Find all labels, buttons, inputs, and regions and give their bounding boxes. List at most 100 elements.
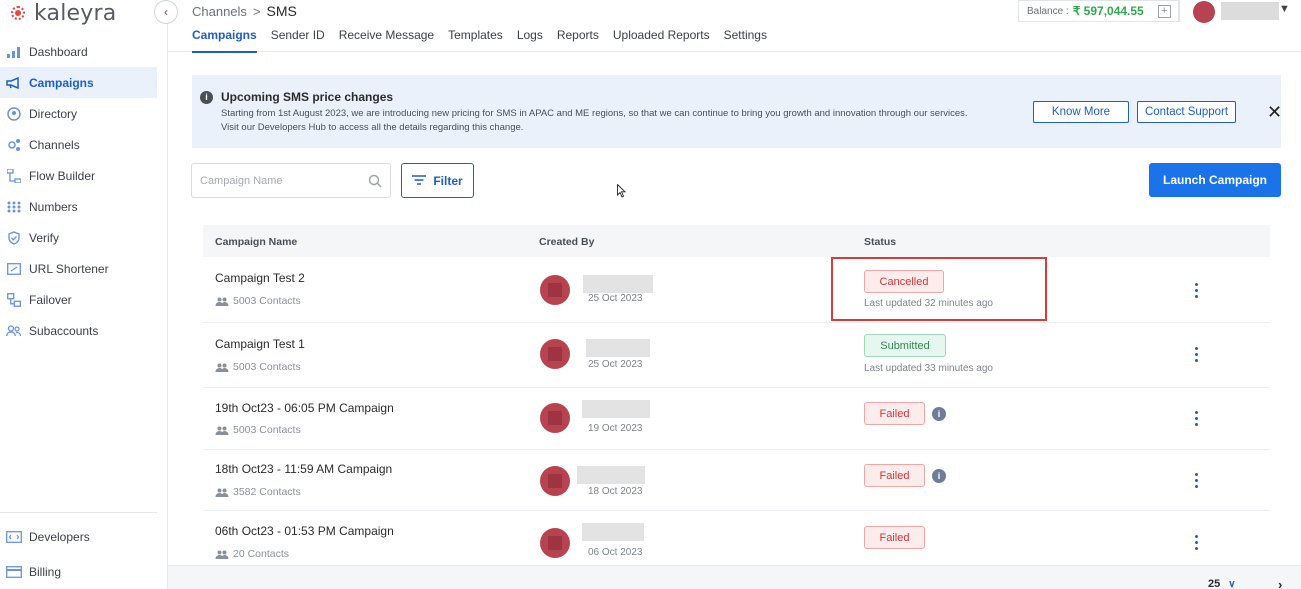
sidebar-item-failover[interactable]: Failover [0, 284, 157, 315]
campaign-name[interactable]: 18th Oct23 - 11:59 AM Campaign [215, 462, 392, 476]
creator-name-redacted [586, 339, 650, 357]
contact-support-button[interactable]: Contact Support [1137, 101, 1236, 123]
campaign-name[interactable]: 19th Oct23 - 06:05 PM Campaign [215, 401, 394, 415]
code-icon [6, 530, 22, 544]
sidebar-bottom-nav: Developers Billing [0, 512, 157, 589]
collapse-sidebar-button[interactable]: ‹ [154, 0, 178, 24]
breadcrumb-parent[interactable]: Channels [192, 4, 247, 19]
tab-receive-message[interactable]: Receive Message [339, 28, 434, 53]
column-header-status[interactable]: Status [864, 236, 896, 248]
sidebar-item-label: Dashboard [29, 44, 88, 59]
sidebar-item-label: Numbers [29, 199, 78, 214]
campaign-name[interactable]: Campaign Test 2 [215, 271, 305, 285]
header: Channels > SMS Campaigns Sender ID Recei… [168, 0, 1301, 53]
sidebar-item-verify[interactable]: Verify [0, 222, 157, 253]
table-row[interactable]: Campaign Test 2 5003 Contacts 25 Oct 202… [203, 257, 1270, 323]
column-header-campaign-name[interactable]: Campaign Name [215, 236, 297, 248]
caret-down-icon[interactable]: ▼ [1279, 3, 1290, 15]
status-badge: Submitted [864, 334, 946, 357]
sidebar-item-label: URL Shortener [29, 261, 109, 276]
megaphone-icon [6, 76, 22, 90]
sidebar-item-billing[interactable]: Billing [0, 554, 157, 589]
tab-logs[interactable]: Logs [517, 28, 543, 53]
tab-sender-id[interactable]: Sender ID [271, 28, 325, 53]
sidebar-item-dashboard[interactable]: Dashboard [0, 36, 157, 67]
more-options-icon[interactable] [1193, 347, 1199, 362]
logo[interactable]: kaleyra [8, 0, 116, 26]
contacts-count: 3582 Contacts [215, 486, 301, 498]
filter-button[interactable]: Filter [401, 163, 474, 198]
app: kaleyra Dashboard Campaigns Directory Ch… [0, 0, 1301, 589]
info-icon: i [200, 91, 213, 104]
table-row[interactable]: 06th Oct23 - 01:53 PM Campaign 20 Contac… [203, 511, 1270, 565]
page-size-select[interactable]: 25 ∨ [1208, 578, 1236, 589]
link-icon [6, 262, 22, 276]
campaign-name[interactable]: Campaign Test 1 [215, 337, 305, 351]
tabs: Campaigns Sender ID Receive Message Temp… [192, 28, 767, 53]
sidebar-item-directory[interactable]: Directory [0, 98, 157, 129]
more-options-icon[interactable] [1193, 411, 1199, 426]
notice-text-line: Starting from 1st August 2023, we are in… [221, 108, 968, 119]
tab-settings[interactable]: Settings [724, 28, 767, 53]
dialpad-icon [6, 200, 22, 214]
status-badge: Failed [864, 464, 925, 487]
column-header-created-by[interactable]: Created By [539, 236, 594, 248]
kaleyra-logo-icon [8, 3, 28, 23]
more-options-icon[interactable] [1193, 283, 1199, 298]
table-row[interactable]: 18th Oct23 - 11:59 AM Campaign 3582 Cont… [203, 450, 1270, 511]
mouse-cursor-icon [617, 183, 627, 203]
avatar [540, 466, 570, 496]
tab-campaigns[interactable]: Campaigns [192, 28, 257, 53]
created-date: 06 Oct 2023 [588, 547, 643, 558]
more-options-icon[interactable] [1193, 535, 1199, 550]
contacts-count: 5003 Contacts [215, 295, 301, 307]
chevron-left-icon: ‹ [164, 5, 168, 19]
tab-uploaded-reports[interactable]: Uploaded Reports [613, 28, 710, 53]
more-options-icon[interactable] [1193, 473, 1199, 488]
info-icon[interactable]: i [932, 407, 946, 421]
launch-campaign-button[interactable]: Launch Campaign [1149, 163, 1281, 197]
avatar [540, 403, 570, 433]
sidebar-item-label: Verify [29, 230, 60, 245]
sidebar-item-campaigns[interactable]: Campaigns [0, 67, 157, 98]
table-footer [168, 565, 1301, 589]
sidebar-nav: Dashboard Campaigns Directory Channels F… [0, 36, 157, 346]
status-badge: Failed [864, 402, 925, 425]
sidebar-item-developers[interactable]: Developers [0, 519, 157, 554]
sidebar-item-label: Directory [29, 106, 78, 121]
filter-label: Filter [433, 173, 463, 188]
price-change-notice: i Upcoming SMS price changes Starting fr… [192, 75, 1282, 148]
avatar[interactable] [1193, 1, 1215, 23]
sidebar: kaleyra Dashboard Campaigns Directory Ch… [0, 0, 168, 589]
user-name-redacted[interactable] [1221, 2, 1279, 20]
flow-icon [6, 168, 22, 183]
campaign-name[interactable]: 06th Oct23 - 01:53 PM Campaign [215, 524, 394, 538]
breadcrumb-separator: > [252, 3, 261, 19]
created-date: 18 Oct 2023 [588, 486, 643, 497]
avatar [540, 275, 570, 305]
table-row[interactable]: Campaign Test 1 5003 Contacts 25 Oct 202… [203, 323, 1270, 388]
know-more-button[interactable]: Know More [1033, 101, 1129, 123]
avatar [540, 528, 570, 558]
tab-reports[interactable]: Reports [557, 28, 599, 53]
sidebar-item-numbers[interactable]: Numbers [0, 191, 157, 222]
tab-templates[interactable]: Templates [448, 28, 503, 53]
search-icon[interactable] [368, 174, 382, 193]
close-icon[interactable]: ✕ [1267, 102, 1282, 123]
avatar [540, 339, 570, 369]
next-page-icon[interactable]: › [1278, 577, 1282, 589]
sidebar-item-subaccounts[interactable]: Subaccounts [0, 315, 157, 346]
breadcrumb: Channels > SMS [192, 3, 297, 19]
info-icon[interactable]: i [932, 469, 946, 483]
table-row[interactable]: 19th Oct23 - 06:05 PM Campaign 5003 Cont… [203, 388, 1270, 450]
sidebar-item-label: Flow Builder [29, 168, 96, 183]
sidebar-item-channels[interactable]: Channels [0, 129, 157, 160]
add-balance-icon[interactable]: + [1157, 4, 1171, 18]
sidebar-item-flow-builder[interactable]: Flow Builder [0, 160, 157, 191]
group-icon [215, 426, 229, 435]
sidebar-item-url-shortener[interactable]: URL Shortener [0, 253, 157, 284]
bar-chart-icon [6, 45, 22, 59]
breadcrumb-current: SMS [266, 3, 297, 19]
search-input[interactable] [200, 174, 360, 187]
annotation-highlight-box [831, 257, 1047, 321]
